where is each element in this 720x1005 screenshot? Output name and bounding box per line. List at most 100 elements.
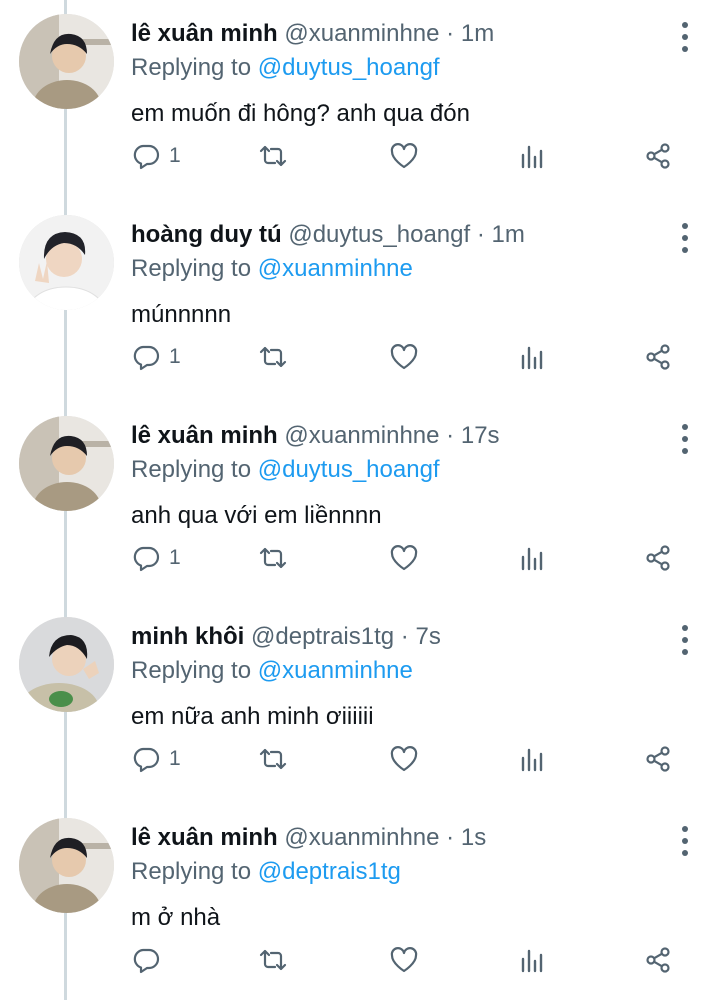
username[interactable]: @deptrais1tg [251, 623, 394, 650]
tweet-actions [131, 942, 691, 982]
tweet[interactable]: lê xuân minh @xuanminhne · 1m Replying t… [0, 0, 720, 201]
share-icon [646, 143, 670, 169]
replying-to-label: Replying to [131, 255, 252, 282]
like-button[interactable] [389, 138, 419, 174]
share-icon [646, 344, 670, 370]
username[interactable]: @xuanminhne [284, 824, 439, 851]
retweet-button[interactable] [258, 942, 288, 978]
analytics-button[interactable] [517, 540, 547, 576]
analytics-button[interactable] [517, 741, 547, 777]
like-button[interactable] [389, 741, 419, 777]
analytics-button[interactable] [517, 942, 547, 978]
replying-to-line: Replying to @xuanminhne [131, 252, 660, 286]
like-button[interactable] [389, 540, 419, 576]
reply-button[interactable] [131, 942, 169, 978]
tweet-text: anh qua với em liềnnnn [131, 502, 382, 529]
tweet[interactable]: minh khôi @deptrais1tg · 7s Replying to … [0, 603, 720, 804]
replying-to-mention[interactable]: @duytus_hoangf [258, 456, 440, 483]
analytics-icon [521, 346, 543, 370]
share-button[interactable] [643, 741, 673, 777]
retweet-icon [259, 547, 287, 569]
display-name[interactable]: lê xuân minh [131, 20, 278, 47]
display-name[interactable]: lê xuân minh [131, 824, 278, 851]
retweet-button[interactable] [258, 741, 288, 777]
separator-dot: · [400, 623, 409, 650]
separator-dot: · [446, 20, 455, 47]
like-button[interactable] [389, 339, 419, 375]
username[interactable]: @xuanminhne [284, 20, 439, 47]
reply-button[interactable]: 1 [131, 741, 181, 777]
timestamp[interactable]: 7s [415, 623, 440, 650]
avatar-image [19, 14, 114, 109]
display-name[interactable]: hoàng duy tú [131, 221, 282, 248]
analytics-icon [521, 145, 543, 169]
separator-dot: · [446, 422, 455, 449]
tweet[interactable]: lê xuân minh @xuanminhne · 1s Replying t… [0, 804, 720, 1005]
replying-to-line: Replying to @xuanminhne [131, 654, 660, 688]
replying-to-line: Replying to @duytus_hoangf [131, 453, 660, 487]
avatar[interactable] [19, 14, 114, 109]
retweet-button[interactable] [258, 540, 288, 576]
replying-to-label: Replying to [131, 54, 252, 81]
reply-button[interactable]: 1 [131, 540, 181, 576]
replying-to-line: Replying to @duytus_hoangf [131, 51, 660, 85]
reply-count: 1 [169, 144, 181, 167]
timestamp[interactable]: 1m [492, 221, 525, 248]
more-options-icon[interactable] [680, 826, 690, 856]
timestamp[interactable]: 1s [461, 824, 486, 851]
retweet-icon [259, 748, 287, 770]
retweet-icon [259, 949, 287, 971]
like-button[interactable] [389, 942, 419, 978]
reply-icon [133, 948, 160, 974]
reply-button[interactable]: 1 [131, 339, 181, 375]
reply-count: 1 [169, 345, 181, 368]
share-icon [646, 746, 670, 772]
separator-dot: · [446, 824, 455, 851]
more-options-icon[interactable] [680, 424, 690, 454]
share-button[interactable] [643, 942, 673, 978]
tweet-header: minh khôi @deptrais1tg · 7s [131, 620, 660, 654]
username[interactable]: @xuanminhne [284, 422, 439, 449]
more-options-icon[interactable] [680, 625, 690, 655]
timestamp[interactable]: 1m [461, 20, 494, 47]
tweet[interactable]: lê xuân minh @xuanminhne · 17s Replying … [0, 402, 720, 603]
avatar-image [19, 215, 114, 310]
analytics-icon [521, 748, 543, 772]
replying-to-label: Replying to [131, 657, 252, 684]
retweet-button[interactable] [258, 138, 288, 174]
share-button[interactable] [643, 540, 673, 576]
avatar[interactable] [19, 818, 114, 913]
retweet-button[interactable] [258, 339, 288, 375]
tweet-actions: 1 [131, 339, 691, 379]
retweet-icon [259, 145, 287, 167]
display-name[interactable]: minh khôi [131, 623, 244, 650]
replying-to-mention[interactable]: @xuanminhne [258, 657, 413, 684]
more-options-icon[interactable] [680, 223, 690, 253]
like-icon [390, 545, 418, 571]
reply-button[interactable]: 1 [131, 138, 181, 174]
reply-icon [133, 144, 160, 170]
share-button[interactable] [643, 138, 673, 174]
like-icon [390, 746, 418, 772]
replying-to-mention[interactable]: @duytus_hoangf [258, 54, 440, 81]
tweet[interactable]: hoàng duy tú @duytus_hoangf · 1m Replyin… [0, 201, 720, 402]
avatar[interactable] [19, 416, 114, 511]
tweet-actions: 1 [131, 540, 691, 580]
avatar[interactable] [19, 617, 114, 712]
timestamp[interactable]: 17s [461, 422, 500, 449]
tweet-actions: 1 [131, 741, 691, 781]
share-button[interactable] [643, 339, 673, 375]
share-icon [646, 947, 670, 973]
display-name[interactable]: lê xuân minh [131, 422, 278, 449]
tweet-text: em muốn đi hông? anh qua đón [131, 100, 470, 127]
username[interactable]: @duytus_hoangf [288, 221, 470, 248]
avatar[interactable] [19, 215, 114, 310]
analytics-button[interactable] [517, 339, 547, 375]
reply-icon [133, 747, 160, 773]
replying-to-mention[interactable]: @deptrais1tg [258, 858, 401, 885]
replying-to-mention[interactable]: @xuanminhne [258, 255, 413, 282]
analytics-button[interactable] [517, 138, 547, 174]
more-options-icon[interactable] [680, 22, 690, 52]
reply-icon [133, 546, 160, 572]
share-icon [646, 545, 670, 571]
